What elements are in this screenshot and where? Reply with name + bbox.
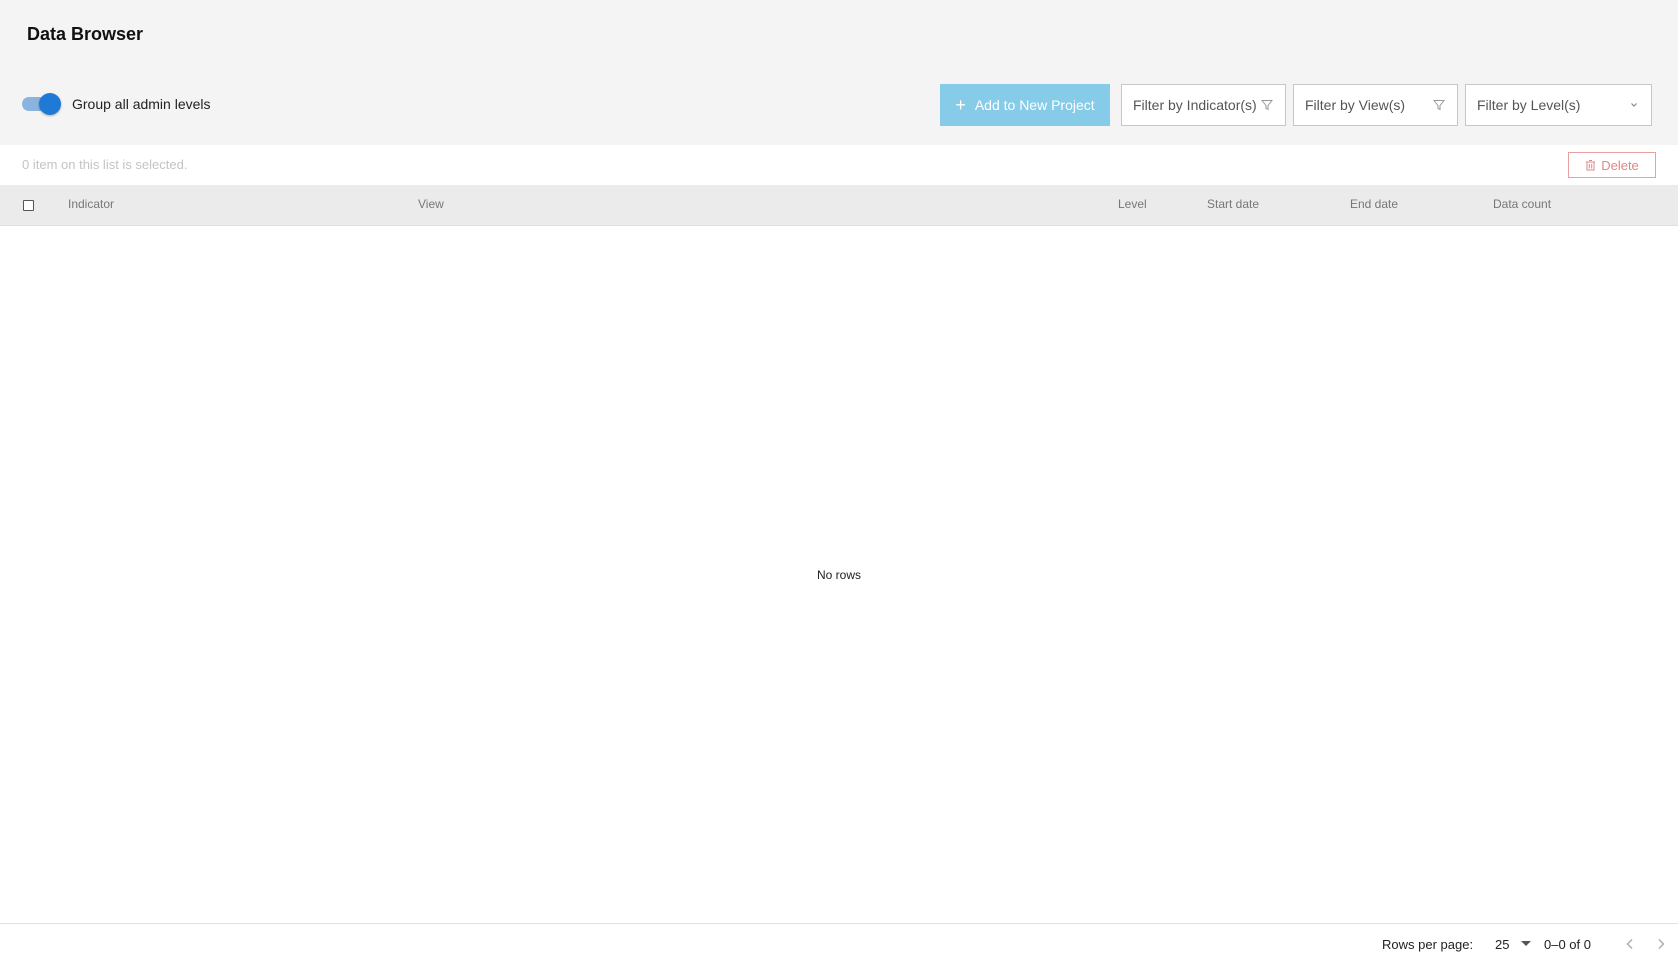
group-admin-levels-toggle[interactable]: [20, 92, 62, 116]
filter-view-label: Filter by View(s): [1305, 97, 1406, 113]
column-header-level[interactable]: Level: [1118, 197, 1147, 211]
filter-level-select[interactable]: Filter by Level(s): [1465, 84, 1652, 126]
filter-icon: [1261, 100, 1273, 111]
filter-indicator-select[interactable]: Filter by Indicator(s): [1121, 84, 1286, 126]
filter-indicator-label: Filter by Indicator(s): [1133, 97, 1257, 113]
table-header: Indicator View Level Start date End date…: [0, 185, 1678, 226]
column-header-indicator[interactable]: Indicator: [68, 197, 114, 211]
toggle-knob: [39, 93, 61, 115]
rows-per-page-value: 25: [1495, 936, 1510, 952]
next-page-button[interactable]: [1651, 934, 1671, 954]
selection-count-text: 0 item on this list is selected.: [22, 157, 188, 172]
previous-page-button[interactable]: [1620, 934, 1640, 954]
delete-label: Delete: [1601, 157, 1639, 173]
header: Data Browser Group all admin levels + Ad…: [0, 0, 1678, 145]
add-to-new-project-button[interactable]: + Add to New Project: [940, 84, 1110, 126]
chevron-left-icon: [1626, 939, 1633, 949]
column-header-view[interactable]: View: [418, 197, 444, 211]
filter-view-select[interactable]: Filter by View(s): [1293, 84, 1458, 126]
chevron-right-icon: [1658, 939, 1665, 949]
add-to-new-project-label: Add to New Project: [974, 97, 1095, 113]
data-browser-page: Data Browser Group all admin levels + Ad…: [0, 0, 1678, 964]
filter-icon: [1433, 100, 1445, 111]
toggle-label: Group all admin levels: [72, 96, 211, 112]
page-title: Data Browser: [27, 24, 144, 44]
filter-level-label: Filter by Level(s): [1477, 97, 1581, 113]
column-header-end-date[interactable]: End date: [1350, 197, 1398, 211]
group-admin-levels-toggle-row: Group all admin levels: [20, 92, 211, 116]
column-header-start-date[interactable]: Start date: [1207, 197, 1259, 211]
rows-per-page-label: Rows per page:: [1382, 937, 1474, 952]
rows-per-page-select[interactable]: 25: [1495, 931, 1532, 957]
pagination-range: 0–0 of 0: [1544, 937, 1591, 952]
pagination-footer: Rows per page: 25 0–0 of 0: [0, 923, 1678, 964]
caret-down-icon: [1521, 941, 1532, 946]
column-header-data-count[interactable]: Data count: [1493, 197, 1551, 211]
plus-icon: +: [955, 95, 966, 115]
trash-icon: [1586, 160, 1596, 171]
empty-table-message: No rows: [816, 568, 861, 582]
delete-button[interactable]: Delete: [1568, 152, 1656, 178]
selection-bar: 0 item on this list is selected.: [0, 145, 1678, 185]
select-all-checkbox[interactable]: [23, 200, 34, 211]
chevron-down-icon: [1631, 103, 1637, 107]
